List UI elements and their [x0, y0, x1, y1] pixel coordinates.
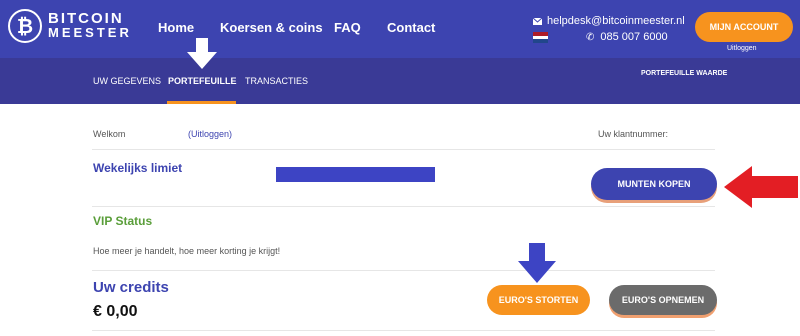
deposit-euros-button[interactable]: EURO'S STORTEN [487, 285, 590, 315]
header-logout-link[interactable]: Uitloggen [727, 45, 757, 52]
credits-value: € 0,00 [93, 303, 138, 320]
phone-link[interactable]: ✆ 085 007 6000 [586, 31, 668, 43]
email-text: helpdesk@bitcoinmeester.nl [547, 15, 685, 27]
my-account-button[interactable]: MIJN ACCOUNT [695, 12, 793, 42]
nav-contact[interactable]: Contact [387, 20, 435, 35]
withdraw-euros-button[interactable]: EURO'S OPNEMEN [609, 285, 717, 315]
buy-coins-button[interactable]: MUNTEN KOPEN [591, 168, 717, 200]
logo-line-1: BITCOIN [48, 10, 124, 27]
vip-status-description: Hoe meer je handelt, hoe meer korting je… [93, 246, 281, 256]
bitcoin-logo-icon: ₿ [8, 9, 42, 43]
divider [92, 206, 715, 207]
phone-icon: ✆ [586, 31, 595, 43]
portfolio-value-label: PORTEFEUILLE WAARDE [641, 70, 728, 77]
logo-text: BITCOIN MEESTER [48, 10, 132, 40]
tab-portefeuille[interactable]: PORTEFEUILLE [168, 76, 237, 86]
logo[interactable]: ₿ BITCOIN MEESTER [8, 9, 132, 43]
divider [92, 149, 715, 150]
welcome-label: Welkom [93, 129, 126, 139]
weekly-limit-bar [276, 167, 435, 182]
portfolio-content: Welkom (Uitloggen) Uw klantnummer: Wekel… [0, 104, 800, 336]
logo-line-2: MEESTER [48, 25, 132, 40]
credits-title: Uw credits [93, 279, 169, 296]
nl-flag-icon[interactable] [533, 32, 548, 43]
nav-koersen-coins[interactable]: Koersen & coins [220, 20, 323, 35]
annotation-arrow-down-blue-icon [518, 243, 556, 283]
sub-nav-bar: UW GEGEVENS PORTEFEUILLE TRANSACTIES POR… [0, 58, 800, 104]
email-link[interactable]: helpdesk@bitcoinmeester.nl [533, 15, 685, 27]
top-header: ₿ BITCOIN MEESTER Home Koersen & coins F… [0, 0, 800, 58]
divider [92, 270, 715, 271]
divider [92, 330, 715, 331]
phone-text: 085 007 6000 [600, 31, 668, 43]
tab-uw-gegevens[interactable]: UW GEGEVENS [93, 76, 161, 86]
mail-icon [533, 17, 542, 25]
weekly-limit-title: Wekelijks limiet [93, 161, 183, 175]
page: ₿ BITCOIN MEESTER Home Koersen & coins F… [0, 0, 800, 336]
vip-status-title: VIP Status [93, 214, 153, 228]
tab-transacties[interactable]: TRANSACTIES [245, 76, 308, 86]
annotation-arrow-left-red-icon [724, 166, 798, 208]
customer-number-label: Uw klantnummer: [598, 129, 669, 139]
annotation-arrow-down-white-icon [187, 38, 217, 69]
nav-faq[interactable]: FAQ [334, 20, 361, 35]
welcome-logout-link[interactable]: (Uitloggen) [188, 129, 232, 139]
nav-home[interactable]: Home [158, 20, 194, 35]
